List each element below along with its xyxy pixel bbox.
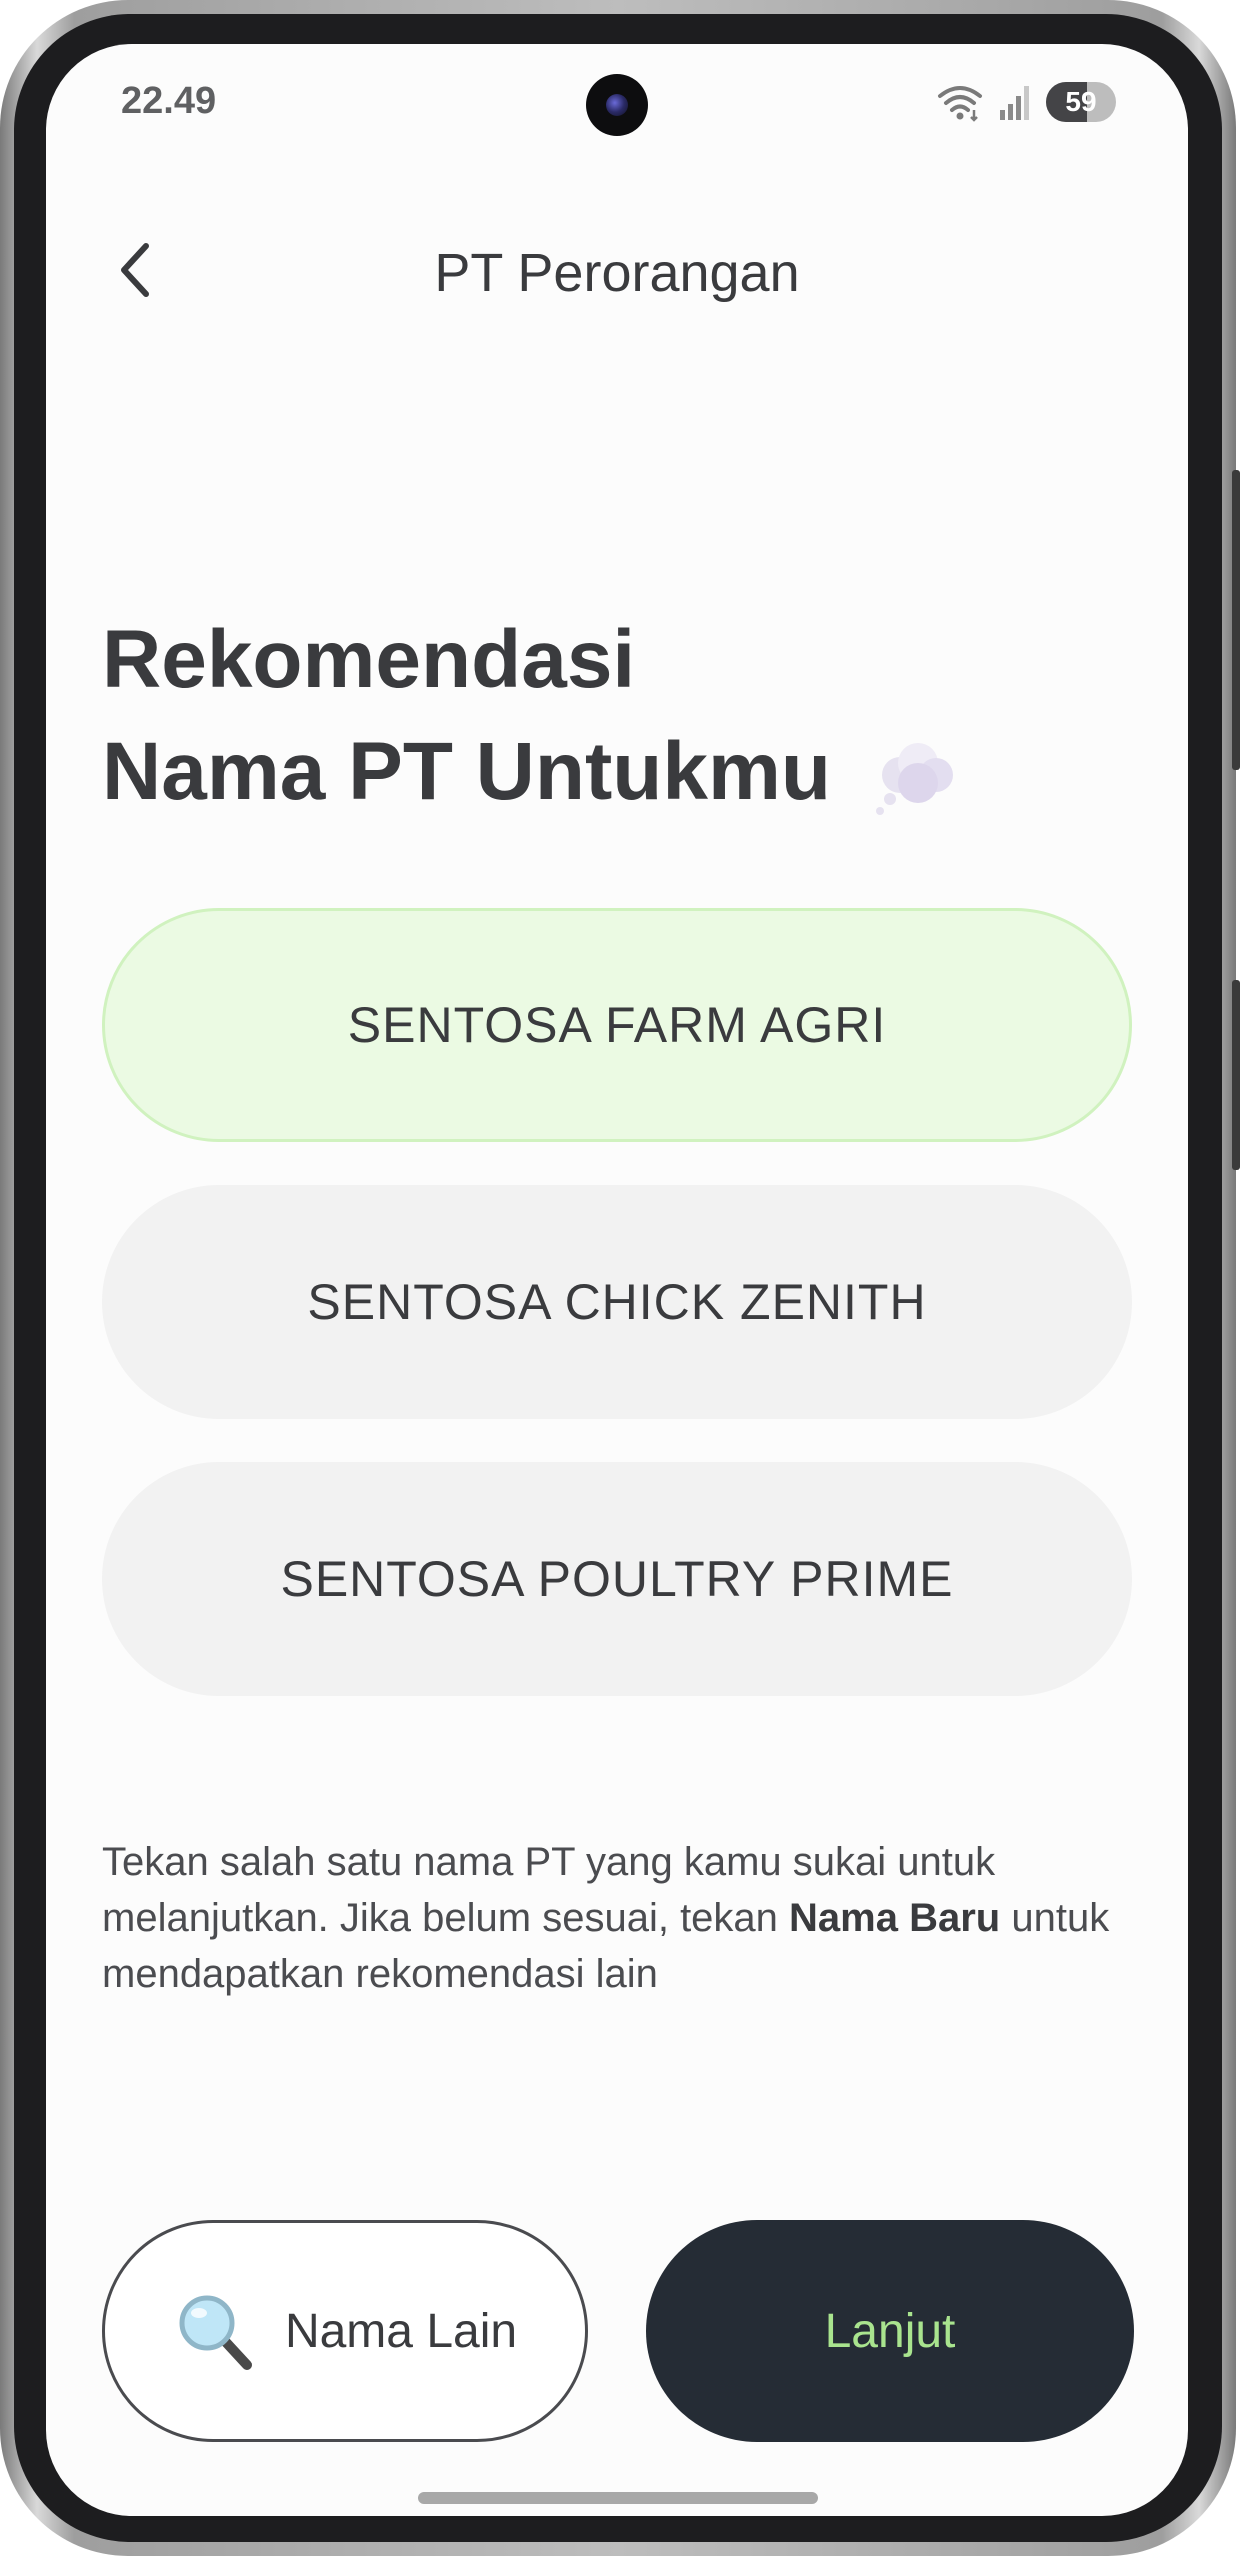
heading-line-2: Nama PT Untukmu [102, 726, 831, 817]
home-indicator[interactable] [418, 2492, 818, 2504]
name-option-3[interactable]: SENTOSA POULTRY PRIME [102, 1462, 1132, 1696]
battery-level: 59 [1065, 86, 1097, 117]
app-header: PT Perorangan [46, 214, 1188, 324]
name-option-1[interactable]: SENTOSA FARM AGRI [102, 908, 1132, 1142]
app-screen: 22.49 59 PT Perorangan Rekomendasi Nama … [46, 44, 1188, 2516]
front-camera [586, 74, 648, 136]
other-name-label: Nama Lain [284, 2304, 518, 2358]
helper-text-bold: Nama Baru [789, 1896, 1001, 1940]
status-time: 22.49 [121, 80, 217, 122]
helper-text: Tekan salah satu nama PT yang kamu sukai… [102, 1834, 1142, 2002]
thought-balloon-icon [875, 743, 953, 816]
magnifying-glass-icon [179, 2295, 252, 2370]
other-name-button[interactable]: Nama Lain [102, 2220, 588, 2442]
signal-icon [1000, 86, 1029, 120]
volume-button [1232, 470, 1240, 770]
continue-button[interactable]: Lanjut [646, 2220, 1134, 2442]
power-button [1232, 980, 1240, 1170]
name-option-2[interactable]: SENTOSA CHICK ZENITH [102, 1185, 1132, 1419]
recommendation-heading: Rekomendasi Nama PT Untukmu [102, 604, 1142, 828]
battery-icon: 59 [1046, 82, 1116, 122]
status-bar: 22.49 59 [46, 44, 1188, 164]
wifi-icon [938, 86, 982, 122]
status-icons: 59 [936, 80, 1116, 124]
heading-line-1: Rekomendasi [102, 614, 636, 705]
page-title: PT Perorangan [434, 243, 800, 303]
